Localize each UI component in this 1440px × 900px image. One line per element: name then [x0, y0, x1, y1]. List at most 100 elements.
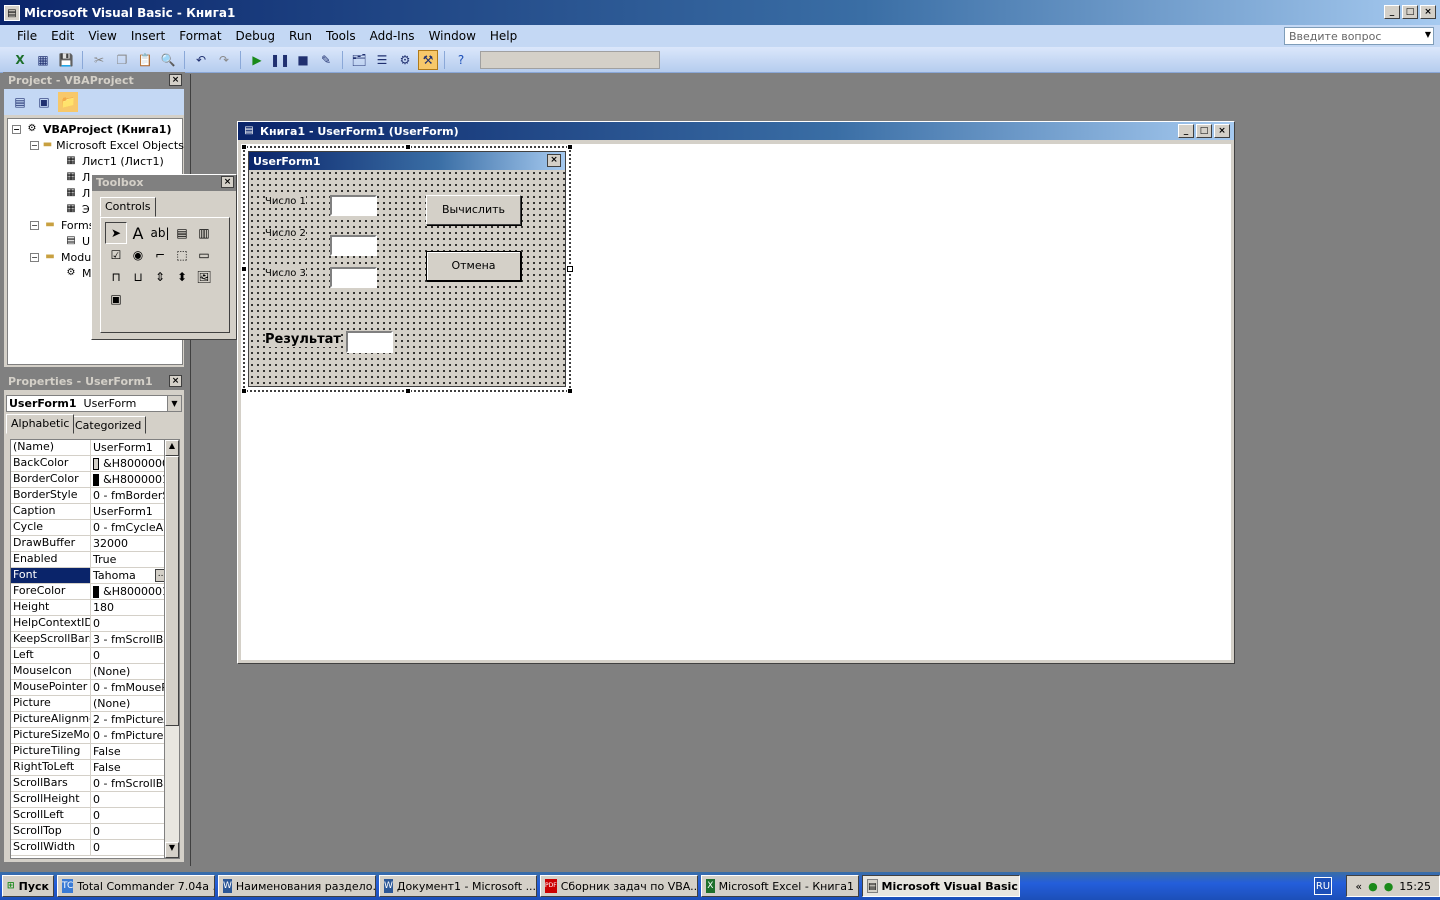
- close-project-panel-button[interactable]: ×: [169, 74, 182, 86]
- undo-icon[interactable]: ↶: [191, 50, 211, 70]
- close-properties-panel-button[interactable]: ×: [169, 375, 182, 387]
- property-row[interactable]: ForeColor &H8000001: [11, 584, 169, 600]
- view-object-icon[interactable]: ▣: [34, 92, 54, 112]
- menu-insert[interactable]: Insert: [124, 29, 172, 43]
- select-objects-icon[interactable]: ➤: [105, 222, 127, 244]
- property-row[interactable]: ScrollTop 0: [11, 824, 169, 840]
- property-value[interactable]: &H8000001: [91, 472, 169, 487]
- property-row[interactable]: BorderStyle 0 - fmBorderSt: [11, 488, 169, 504]
- property-value[interactable]: 0 - fmMousePo: [91, 680, 169, 695]
- property-value[interactable]: 0: [91, 792, 169, 807]
- menu-window[interactable]: Window: [422, 29, 483, 43]
- property-value[interactable]: 32000: [91, 536, 169, 551]
- property-row[interactable]: DrawBuffer 32000: [11, 536, 169, 552]
- property-row[interactable]: Left 0: [11, 648, 169, 664]
- resize-handle[interactable]: [567, 388, 573, 394]
- refedit-tool-icon[interactable]: ▣: [105, 288, 127, 310]
- property-value[interactable]: 0: [91, 824, 169, 839]
- property-row[interactable]: HelpContextID 0: [11, 616, 169, 632]
- label-number-3[interactable]: Число 3: [265, 268, 306, 279]
- tray-network-icon[interactable]: ●: [1368, 880, 1378, 893]
- minimize-button[interactable]: _: [1384, 5, 1400, 19]
- label-tool-icon[interactable]: A: [127, 222, 149, 244]
- cut-icon[interactable]: ✂: [89, 50, 109, 70]
- property-value[interactable]: 0 - fmCycleAllF: [91, 520, 169, 535]
- textbox-number-2[interactable]: [330, 235, 377, 256]
- property-value[interactable]: 0: [91, 616, 169, 631]
- menu-view[interactable]: View: [81, 29, 123, 43]
- view-code-icon[interactable]: ▤: [10, 92, 30, 112]
- property-value[interactable]: 0 - fmScrollBar: [91, 776, 169, 791]
- cancel-button[interactable]: Отмена: [426, 251, 521, 281]
- collapse-icon[interactable]: −: [12, 124, 21, 134]
- scroll-thumb[interactable]: [165, 456, 179, 726]
- close-toolbox-button[interactable]: ×: [221, 176, 234, 188]
- combobox-tool-icon[interactable]: ▤: [171, 222, 193, 244]
- maximize-button[interactable]: □: [1402, 5, 1418, 19]
- textbox-number-3[interactable]: [330, 267, 377, 288]
- calculate-button[interactable]: Вычислить: [426, 195, 521, 225]
- view-excel-icon[interactable]: X: [10, 50, 30, 70]
- tray-antivirus-icon[interactable]: ●: [1384, 880, 1394, 893]
- property-row[interactable]: Cycle 0 - fmCycleAllF: [11, 520, 169, 536]
- textbox-tool-icon[interactable]: ab|: [149, 222, 171, 244]
- task-vba[interactable]: ▤ Microsoft Visual Basic...: [862, 875, 1020, 897]
- property-row[interactable]: PictureTiling False: [11, 744, 169, 760]
- reset-icon[interactable]: ■: [293, 50, 313, 70]
- multipage-tool-icon[interactable]: ⊔: [127, 266, 149, 288]
- project-explorer-icon[interactable]: 🗂: [349, 50, 369, 70]
- property-row[interactable]: ScrollLeft 0: [11, 808, 169, 824]
- scrollbar-tool-icon[interactable]: ⇕: [149, 266, 171, 288]
- ask-dropdown-icon[interactable]: ▼: [1425, 30, 1431, 39]
- menu-file[interactable]: File: [10, 29, 44, 43]
- task-pdf[interactable]: PDF Сборник задач по VBA....: [540, 875, 698, 897]
- property-row[interactable]: Font Tahoma...: [11, 568, 169, 584]
- save-icon[interactable]: 💾: [56, 50, 76, 70]
- property-row[interactable]: BackColor &H8000000: [11, 456, 169, 472]
- paste-icon[interactable]: 📋: [135, 50, 155, 70]
- resize-handle[interactable]: [241, 144, 247, 150]
- close-button[interactable]: ×: [1420, 5, 1436, 19]
- task-word-doc2[interactable]: W Документ1 - Microsoft ...: [379, 875, 537, 897]
- property-value[interactable]: 2 - fmPictureAl: [91, 712, 169, 727]
- task-excel[interactable]: X Microsoft Excel - Книга1: [701, 875, 859, 897]
- toggle-folders-icon[interactable]: 📁: [58, 92, 78, 112]
- help-icon[interactable]: ?: [451, 50, 471, 70]
- label-number-1[interactable]: Число 1: [265, 196, 306, 207]
- property-value[interactable]: 0 - fmPictureSi: [91, 728, 169, 743]
- label-number-2[interactable]: Число 2: [265, 228, 306, 239]
- textbox-number-1[interactable]: [330, 195, 377, 216]
- menu-run[interactable]: Run: [282, 29, 319, 43]
- property-value[interactable]: 0: [91, 648, 169, 663]
- property-value[interactable]: 0 - fmBorderSt: [91, 488, 169, 503]
- property-row[interactable]: Picture (None): [11, 696, 169, 712]
- resize-handle[interactable]: [405, 144, 411, 150]
- tree-item-vbaproject[interactable]: − ⚙ VBAProject (Книга1): [8, 121, 182, 137]
- property-row[interactable]: (Name) UserForm1: [11, 440, 169, 456]
- property-value[interactable]: 180: [91, 600, 169, 615]
- property-value[interactable]: UserForm1: [91, 504, 169, 519]
- property-row[interactable]: MousePointer 0 - fmMousePo: [11, 680, 169, 696]
- toggle-button-tool-icon[interactable]: ⌐: [149, 244, 171, 266]
- userform-close-icon[interactable]: ×: [547, 154, 561, 167]
- redo-icon[interactable]: ↷: [214, 50, 234, 70]
- insert-userform-icon[interactable]: ▦: [33, 50, 53, 70]
- menu-addins[interactable]: Add-Ins: [363, 29, 422, 43]
- language-indicator[interactable]: RU: [1314, 877, 1332, 895]
- spinbutton-tool-icon[interactable]: ⬍: [171, 266, 193, 288]
- copy-icon[interactable]: ❐: [112, 50, 132, 70]
- menu-edit[interactable]: Edit: [44, 29, 81, 43]
- toolbox-icon[interactable]: ⚒: [418, 49, 438, 70]
- menu-format[interactable]: Format: [172, 29, 228, 43]
- property-row[interactable]: ScrollWidth 0: [11, 840, 169, 856]
- collapse-icon[interactable]: −: [30, 220, 39, 230]
- command-button-tool-icon[interactable]: ▭: [193, 244, 215, 266]
- property-value[interactable]: 3 - fmScrollBar: [91, 632, 169, 647]
- property-row[interactable]: Height 180: [11, 600, 169, 616]
- checkbox-tool-icon[interactable]: ☑: [105, 244, 127, 266]
- property-value[interactable]: False: [91, 760, 169, 775]
- show-hidden-icons-icon[interactable]: «: [1355, 880, 1362, 893]
- property-value[interactable]: UserForm1: [91, 440, 169, 455]
- frame-tool-icon[interactable]: ⬚: [171, 244, 193, 266]
- scroll-up-icon[interactable]: ▲: [165, 440, 179, 456]
